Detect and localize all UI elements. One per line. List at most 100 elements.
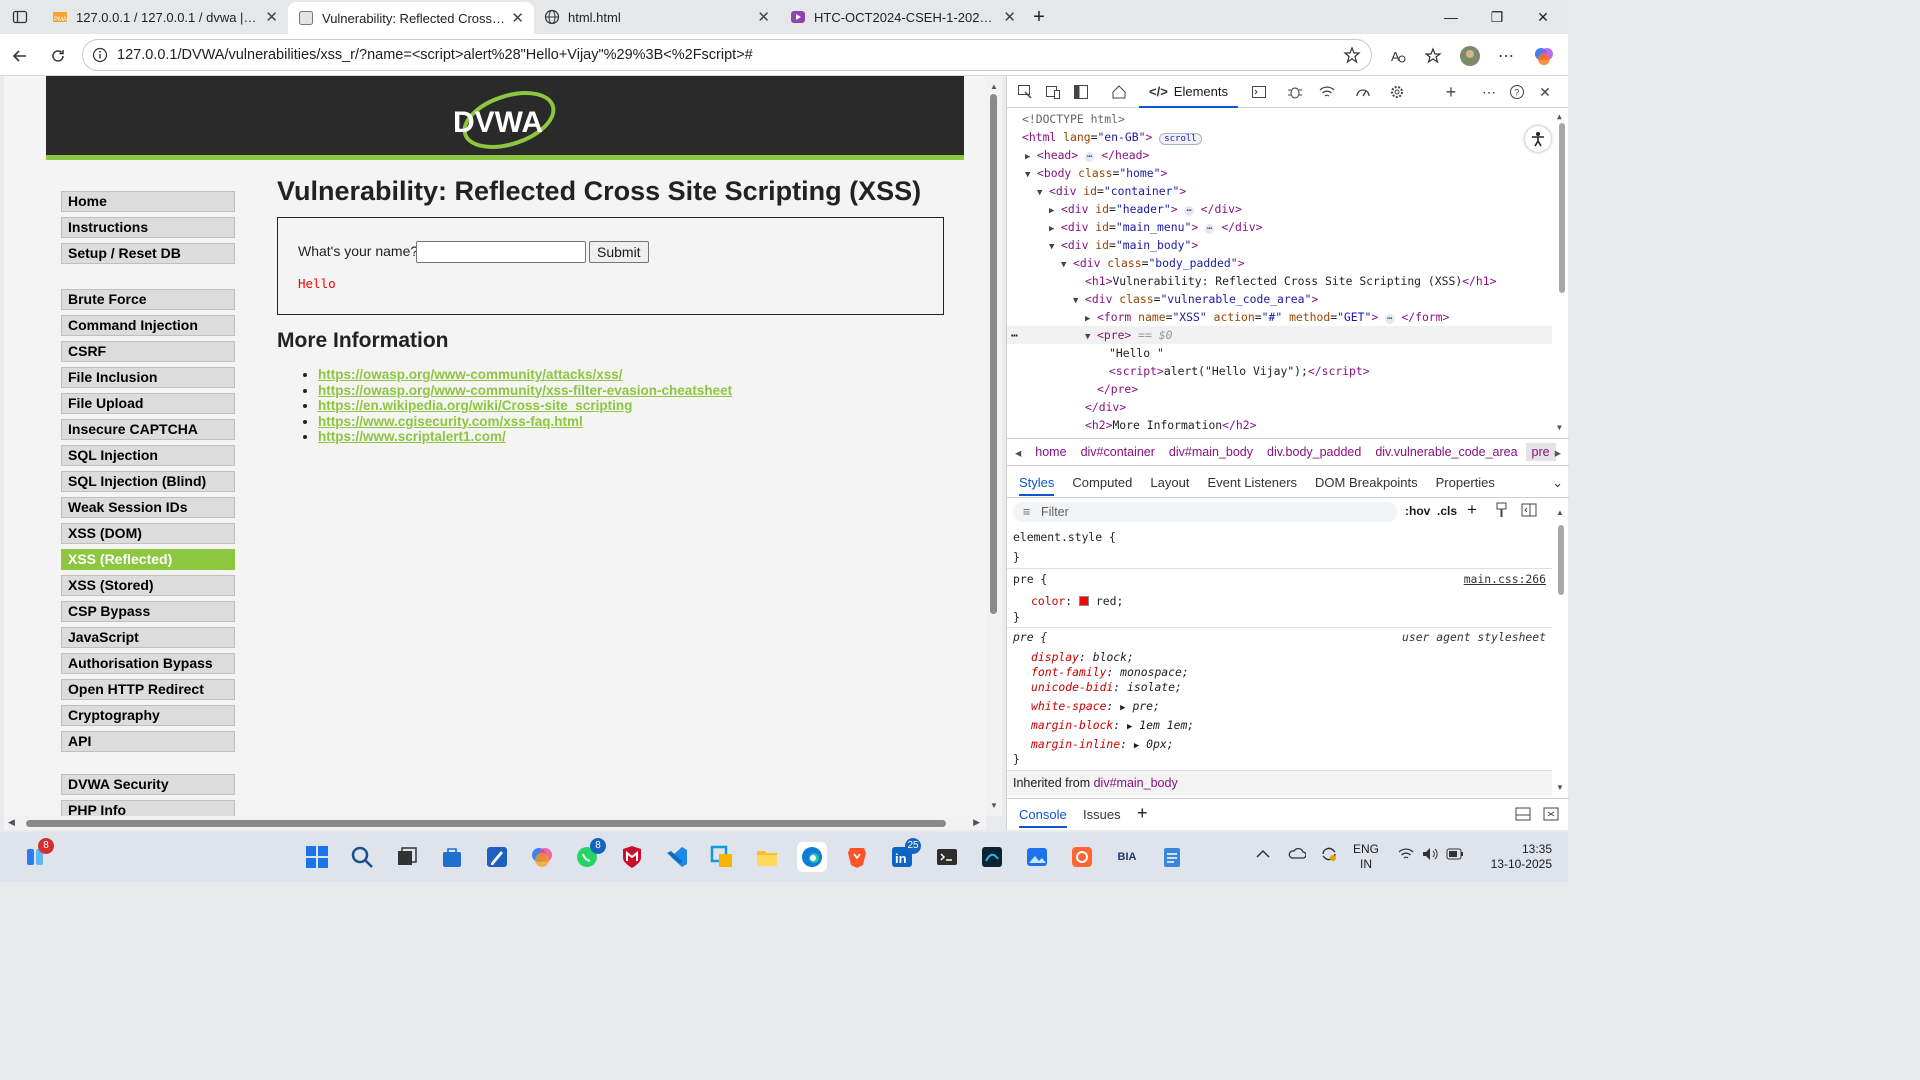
- menu-item-xss-reflected[interactable]: XSS (Reflected): [61, 549, 235, 570]
- link-wikipedia[interactable]: https://en.wikipedia.org/wiki/Cross-site…: [318, 398, 945, 414]
- menu-item-api[interactable]: API: [61, 731, 235, 752]
- tab-html[interactable]: html.html ✕: [534, 0, 780, 34]
- scroll-right-icon[interactable]: ▸: [1555, 445, 1561, 460]
- rule1-source-link[interactable]: main.css:266: [1464, 572, 1546, 586]
- scroll-thumb[interactable]: [990, 94, 997, 614]
- crumb-home[interactable]: home: [1035, 445, 1066, 459]
- tab-layout[interactable]: Layout: [1150, 475, 1189, 490]
- element-style-selector[interactable]: element.style {: [1013, 530, 1116, 544]
- crumb-main-body[interactable]: div#main_body: [1169, 445, 1253, 459]
- whatsapp-icon[interactable]: 8: [572, 838, 606, 872]
- menu-item-setup[interactable]: Setup / Reset DB: [61, 243, 235, 264]
- menu-item-home[interactable]: Home: [61, 191, 235, 212]
- link-owasp-cheatsheet[interactable]: https://owasp.org/www-community/xss-filt…: [318, 383, 945, 399]
- dom-node-main-menu[interactable]: ▶ <div id="main_menu"> ⋯ </div>: [1049, 218, 1262, 236]
- dom-scrollbar[interactable]: ▲ ▼: [1557, 112, 1567, 432]
- page-vertical-scrollbar[interactable]: ▲ ▼: [986, 76, 1002, 816]
- copilot-taskbar-icon[interactable]: [527, 842, 557, 872]
- close-icon[interactable]: ✕: [511, 9, 524, 27]
- wifi-icon[interactable]: [1317, 82, 1337, 102]
- menu-item-brute-force[interactable]: Brute Force: [61, 289, 235, 310]
- pen-app-icon[interactable]: [482, 842, 512, 872]
- favorite-star-icon[interactable]: [1343, 46, 1361, 64]
- sync-icon[interactable]: [1320, 845, 1338, 863]
- minimize-icon[interactable]: —: [1428, 0, 1474, 34]
- tab-htc[interactable]: HTC-OCT2024-CSEH-1-20250201 ✕: [780, 0, 1026, 34]
- console-icon[interactable]: [1249, 82, 1269, 102]
- refresh-icon[interactable]: [44, 42, 72, 70]
- notepad-icon[interactable]: [1157, 842, 1187, 872]
- scroll-badge[interactable]: scroll: [1159, 133, 1202, 145]
- crumb-pre[interactable]: pre: [1525, 443, 1556, 461]
- device-toolbar-icon[interactable]: [1043, 82, 1063, 102]
- menu-item-csp-bypass[interactable]: CSP Bypass: [61, 601, 235, 622]
- favorites-icon[interactable]: [1420, 42, 1448, 70]
- close-icon[interactable]: ✕: [1003, 8, 1016, 26]
- tab-xss[interactable]: Vulnerability: Reflected Cross Site ✕: [288, 2, 534, 34]
- tab-styles[interactable]: Styles: [1019, 469, 1055, 496]
- close-devtools-icon[interactable]: ✕: [1535, 82, 1555, 102]
- dom-node-html[interactable]: <html lang="en-GB"> scroll: [1022, 128, 1202, 146]
- bia-icon[interactable]: BIA: [1112, 842, 1142, 872]
- rule1-declaration[interactable]: color: red;: [1031, 594, 1123, 608]
- cls-button[interactable]: .cls: [1437, 504, 1457, 518]
- accessibility-icon[interactable]: [1525, 126, 1551, 152]
- kali-icon[interactable]: [977, 842, 1007, 872]
- task-view-icon[interactable]: [392, 842, 422, 872]
- copilot-icon[interactable]: [1530, 42, 1558, 70]
- dom-text-hello[interactable]: "Hello ": [1109, 344, 1164, 362]
- new-rule-icon[interactable]: +: [1467, 500, 1477, 520]
- wifi-tray-icon[interactable]: [1398, 848, 1414, 860]
- burpsuite-icon[interactable]: [1067, 842, 1097, 872]
- tab-elements[interactable]: </> Elements: [1139, 76, 1238, 108]
- help-icon[interactable]: ?: [1507, 82, 1527, 102]
- maximize-icon[interactable]: ❐: [1474, 0, 1520, 34]
- cloud-icon[interactable]: [1288, 846, 1306, 860]
- menu-item-javascript[interactable]: JavaScript: [61, 627, 235, 648]
- store-icon[interactable]: [437, 842, 467, 872]
- menu-item-insecure-captcha[interactable]: Insecure CAPTCHA: [61, 419, 235, 440]
- widgets-icon[interactable]: 8: [20, 838, 54, 872]
- start-icon[interactable]: [302, 842, 332, 872]
- linkedin-icon[interactable]: in 25: [887, 838, 921, 872]
- rule1-selector[interactable]: pre {: [1013, 572, 1047, 586]
- file-explorer-icon[interactable]: [752, 842, 782, 872]
- expand-triangle-icon[interactable]: ▶: [1127, 722, 1132, 732]
- dom-node-main-body[interactable]: ▼ <div id="main_body">: [1049, 236, 1198, 254]
- tab-issues[interactable]: Issues: [1083, 807, 1121, 822]
- brave-icon[interactable]: [842, 842, 872, 872]
- tab-event-listeners[interactable]: Event Listeners: [1207, 475, 1297, 490]
- crumb-body-padded[interactable]: div.body_padded: [1267, 445, 1361, 459]
- menu-item-command-injection[interactable]: Command Injection: [61, 315, 235, 336]
- dock-icon[interactable]: [1071, 82, 1091, 102]
- read-aloud-icon[interactable]: A: [1384, 42, 1412, 70]
- hov-button[interactable]: :hov: [1405, 504, 1430, 518]
- home-icon[interactable]: [1109, 82, 1129, 102]
- close-window-icon[interactable]: ✕: [1520, 0, 1566, 34]
- tab-console[interactable]: Console: [1019, 807, 1067, 828]
- gear-icon[interactable]: [1387, 82, 1407, 102]
- scroll-left-icon[interactable]: ◂: [1015, 445, 1021, 460]
- dom-node-body[interactable]: ▼ <body class="home">: [1025, 164, 1167, 182]
- paint-icon[interactable]: [1495, 502, 1509, 518]
- photos-icon[interactable]: [1022, 842, 1052, 872]
- volume-icon[interactable]: [1422, 847, 1440, 861]
- terminal-icon[interactable]: [932, 842, 962, 872]
- rule2-selector[interactable]: pre {: [1013, 630, 1047, 644]
- back-icon[interactable]: [6, 42, 34, 70]
- menu-item-authorisation-bypass[interactable]: Authorisation Bypass: [61, 653, 235, 674]
- performance-icon[interactable]: [1353, 82, 1373, 102]
- more-menu-icon[interactable]: ⋯: [1492, 42, 1520, 70]
- page-horizontal-scrollbar[interactable]: ◀ ▶: [4, 816, 986, 830]
- inherited-link[interactable]: div#main_body: [1094, 776, 1178, 790]
- chevron-up-icon[interactable]: [1256, 848, 1270, 858]
- dock-drawer-icon[interactable]: [1515, 807, 1531, 821]
- menu-item-xss-dom[interactable]: XSS (DOM): [61, 523, 235, 544]
- bug-icon[interactable]: [1285, 82, 1305, 102]
- add-tool-icon[interactable]: +: [1441, 82, 1461, 102]
- menu-item-file-inclusion[interactable]: File Inclusion: [61, 367, 235, 388]
- mcafee-icon[interactable]: [617, 842, 647, 872]
- menu-item-sql-injection-blind[interactable]: SQL Injection (Blind): [61, 471, 235, 492]
- close-icon[interactable]: ✕: [265, 8, 278, 26]
- inspect-icon[interactable]: [1015, 82, 1035, 102]
